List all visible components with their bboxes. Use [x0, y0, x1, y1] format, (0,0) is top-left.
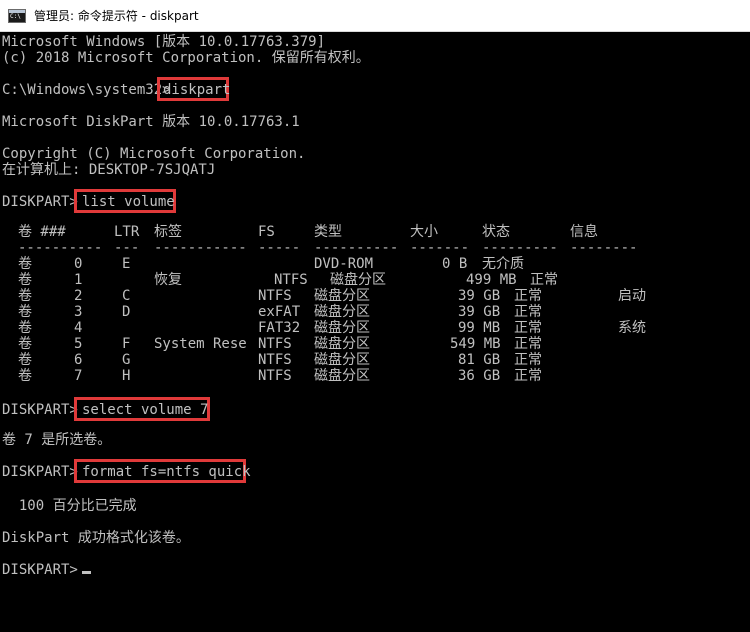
copyright-line: (c) 2018 Microsoft Corporation. 保留所有权利。 — [2, 50, 370, 66]
row-type: 磁盘分区 — [314, 352, 370, 368]
diskpart-prompt-2: DISKPART> — [2, 194, 78, 210]
row-volume-number: 4 — [74, 320, 83, 336]
row-type: DVD-ROM — [314, 256, 374, 272]
row-status: 正常 — [530, 272, 558, 288]
row-ltr: H — [122, 368, 131, 384]
format-success-message: DiskPart 成功格式化该卷。 — [2, 530, 190, 546]
diskpart-prompt-3: DISKPART> — [2, 402, 78, 418]
console-icon — [8, 8, 26, 23]
row-fs: exFAT — [258, 304, 301, 320]
command-select-volume: select volume 7 — [82, 402, 209, 418]
row-status: 正常 — [514, 336, 542, 352]
row-info: 系统 — [618, 320, 646, 336]
row-volume-word: 卷 — [18, 288, 32, 304]
row-volume-number: 2 — [74, 288, 83, 304]
row-size: 0 B — [442, 256, 468, 272]
row-fs: NTFS — [274, 272, 308, 288]
title-bar[interactable]: 管理员: 命令提示符 - diskpart — [0, 0, 750, 32]
row-fs: FAT32 — [258, 320, 301, 336]
row-type: 磁盘分区 — [330, 272, 386, 288]
table-header-ltr: LTR — [114, 224, 140, 240]
row-volume-number: 1 — [74, 272, 83, 288]
row-size: 39 GB — [458, 288, 501, 304]
table-separator: --------- — [482, 240, 558, 256]
row-volume-word: 卷 — [18, 256, 32, 272]
row-type: 磁盘分区 — [314, 288, 370, 304]
table-separator: --- — [114, 240, 140, 256]
diskpart-version-line: Microsoft DiskPart 版本 10.0.17763.1 — [2, 114, 300, 130]
row-size: 549 MB — [450, 336, 501, 352]
table-separator: -------- — [570, 240, 638, 256]
row-status: 正常 — [514, 320, 542, 336]
cmd-window: 管理员: 命令提示符 - diskpart Microsoft Windows … — [0, 0, 750, 632]
table-header-info: 信息 — [570, 224, 598, 240]
row-status: 正常 — [514, 304, 542, 320]
row-volume-number: 5 — [74, 336, 83, 352]
row-ltr: F — [122, 336, 131, 352]
row-status: 无介质 — [482, 256, 524, 272]
row-volume-number: 7 — [74, 368, 83, 384]
row-label: 恢复 — [154, 272, 182, 288]
row-ltr: G — [122, 352, 131, 368]
table-separator: ---------- — [314, 240, 399, 256]
row-volume-number: 0 — [74, 256, 83, 272]
row-info: 启动 — [618, 288, 646, 304]
row-type: 磁盘分区 — [314, 320, 370, 336]
row-fs: NTFS — [258, 336, 292, 352]
progress-message: 100 百分比已完成 — [2, 498, 137, 514]
row-size: 36 GB — [458, 368, 501, 384]
diskpart-prompt-5: DISKPART> — [2, 562, 78, 578]
selected-volume-message: 卷 7 是所选卷。 — [2, 432, 112, 448]
table-separator: ----------- — [154, 240, 247, 256]
row-volume-number: 3 — [74, 304, 83, 320]
table-header-fs: FS — [258, 224, 275, 240]
row-volume-word: 卷 — [18, 352, 32, 368]
row-fs: NTFS — [258, 288, 292, 304]
command-list-volume: list volume — [82, 194, 175, 210]
row-size: 81 GB — [458, 352, 501, 368]
table-separator: ----- — [258, 240, 301, 256]
row-type: 磁盘分区 — [314, 336, 370, 352]
command-format: format fs=ntfs quick — [82, 464, 251, 480]
row-volume-word: 卷 — [18, 368, 32, 384]
row-size: 99 MB — [458, 320, 501, 336]
row-ltr: E — [122, 256, 131, 272]
table-header-volume: 卷 ### — [18, 224, 66, 240]
diskpart-prompt-4: DISKPART> — [2, 464, 78, 480]
table-header-size: 大小 — [410, 224, 438, 240]
row-label: System Rese — [154, 336, 247, 352]
row-size: 499 MB — [466, 272, 517, 288]
row-volume-word: 卷 — [18, 320, 32, 336]
row-status: 正常 — [514, 352, 542, 368]
ms-copyright-line: Copyright (C) Microsoft Corporation. — [2, 146, 306, 162]
row-ltr: C — [122, 288, 131, 304]
row-status: 正常 — [514, 368, 542, 384]
prompt-system32: C:\Windows\system32> — [2, 82, 171, 98]
window-title: 管理员: 命令提示符 - diskpart — [34, 9, 199, 23]
table-header-status: 状态 — [482, 224, 510, 240]
table-header-type: 类型 — [314, 224, 342, 240]
console-output[interactable]: Microsoft Windows [版本 10.0.17763.379] (c… — [0, 32, 750, 632]
table-separator: ---------- — [18, 240, 103, 256]
row-status: 正常 — [514, 288, 542, 304]
row-volume-word: 卷 — [18, 336, 32, 352]
row-volume-word: 卷 — [18, 304, 32, 320]
table-separator: ------- — [410, 240, 470, 256]
text-cursor — [82, 571, 91, 574]
row-volume-number: 6 — [74, 352, 83, 368]
row-ltr: D — [122, 304, 131, 320]
row-type: 磁盘分区 — [314, 304, 370, 320]
windows-version-line: Microsoft Windows [版本 10.0.17763.379] — [2, 34, 326, 50]
row-fs: NTFS — [258, 352, 292, 368]
row-size: 39 GB — [458, 304, 501, 320]
table-header-label: 标签 — [154, 224, 182, 240]
computer-name-line: 在计算机上: DESKTOP-7SJQATJ — [2, 162, 216, 178]
row-fs: NTFS — [258, 368, 292, 384]
row-type: 磁盘分区 — [314, 368, 370, 384]
command-diskpart: diskpart — [163, 82, 231, 98]
row-volume-word: 卷 — [18, 272, 32, 288]
